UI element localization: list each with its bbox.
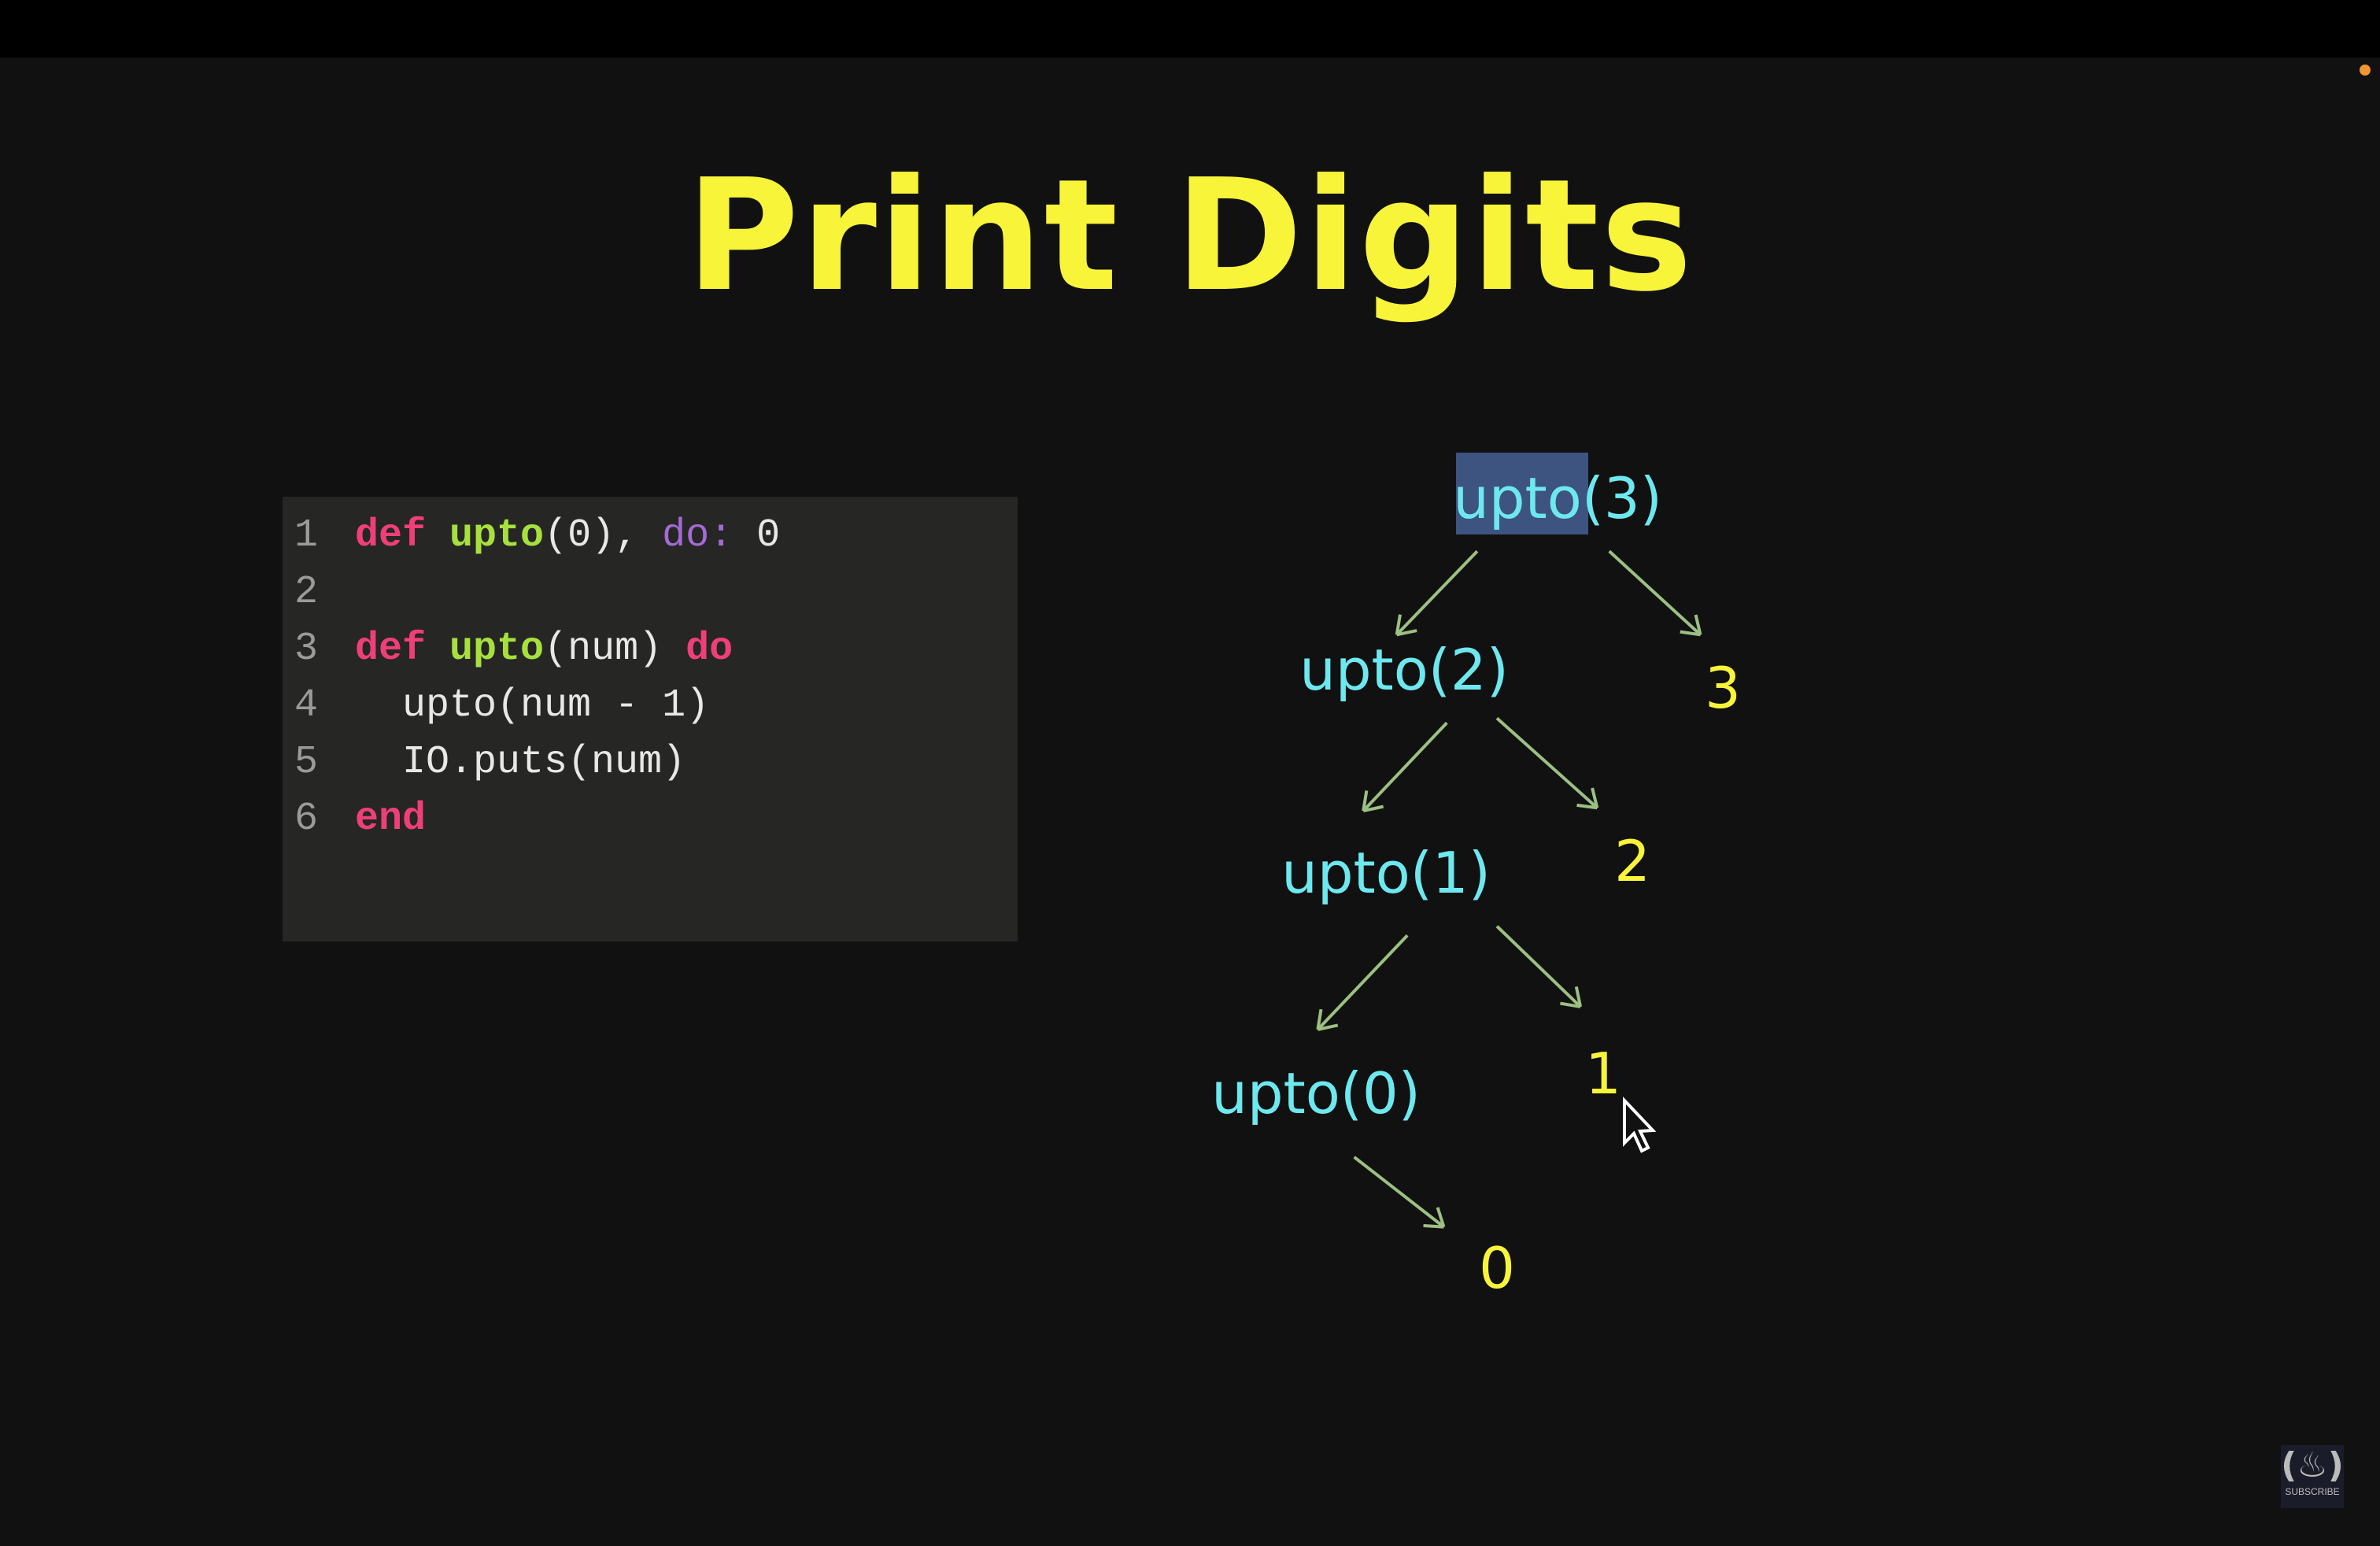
fire-icon: (♨) bbox=[2281, 1445, 2344, 1485]
subscribe-logo[interactable]: (♨) SUBSCRIBE bbox=[2281, 1445, 2344, 1508]
mouse-cursor-icon bbox=[1623, 1096, 1657, 1153]
subscribe-label: SUBSCRIBE bbox=[2285, 1486, 2340, 1497]
